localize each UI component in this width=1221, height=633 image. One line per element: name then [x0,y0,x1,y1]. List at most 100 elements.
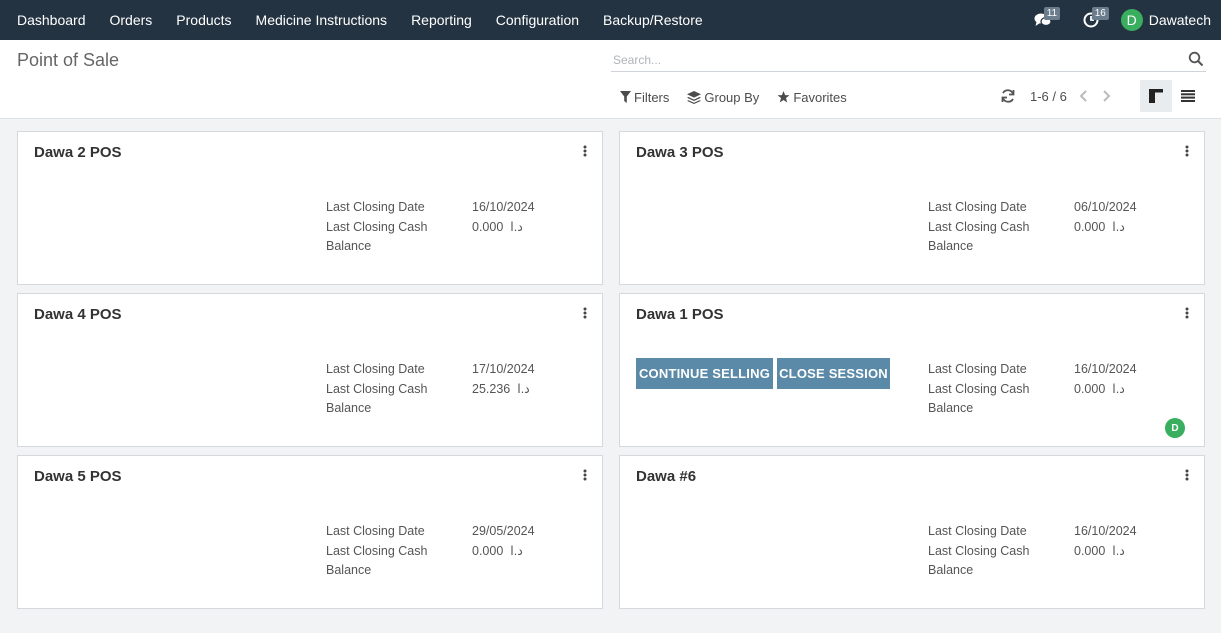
currency-symbol: د.ا [510,543,523,558]
pos-info: Last Closing Date 17/10/2024 Last Closing… [326,360,535,419]
favorites-label: Favorites [793,89,847,105]
user-name: Dawatech [1148,12,1211,28]
last-closing-cash-value: 0.000 [1074,381,1106,396]
close-session-button[interactable]: CLOSE SESSION [777,358,890,389]
filter-icon [620,91,631,103]
kebab-menu-icon[interactable] [580,306,590,322]
search-input[interactable] [611,52,1171,67]
session-user-avatar: D [1165,418,1185,438]
last-closing-cash-label: Last Closing Cash [326,381,428,396]
last-closing-date-label: Last Closing Date [928,200,1027,214]
pos-name: Dawa 3 POS [636,144,724,161]
refresh-icon[interactable] [1000,88,1016,104]
last-closing-cash-value: 25.236 [472,381,511,396]
pos-name: Dawa 2 POS [34,144,122,161]
last-closing-cash-value: 0.000 [1074,543,1106,558]
continue-selling-button[interactable]: CONTINUE SELLING [636,358,773,389]
favorites-button[interactable]: Favorites [777,89,847,105]
menu-configuration[interactable]: Configuration [484,0,591,40]
messages-button[interactable]: 11 [1019,0,1067,40]
main-menu: Dashboard Orders Products Medicine Instr… [0,0,715,40]
last-closing-date-label: Last Closing Date [928,362,1027,376]
menu-medicine-instructions[interactable]: Medicine Instructions [244,0,400,40]
kanban-view-button[interactable] [1140,80,1172,112]
kebab-menu-icon[interactable] [1182,306,1192,322]
pager: 1-6 / 6 [1000,86,1121,106]
page-title: Point of Sale [17,50,120,70]
menu-orders[interactable]: Orders [98,0,165,40]
balance-label: Balance [326,239,372,253]
view-switcher [1140,80,1204,112]
last-closing-cash-label: Last Closing Cash [326,543,428,558]
last-closing-date-label: Last Closing Date [326,200,425,214]
last-closing-date-label: Last Closing Date [928,524,1027,538]
menu-backup-restore[interactable]: Backup/Restore [591,0,715,40]
last-closing-date-value: 06/10/2024 [1074,200,1137,214]
groupby-button[interactable]: Group By [687,90,759,105]
kebab-menu-icon[interactable] [580,468,590,484]
pos-info: Last Closing Date 06/10/2024 Last Closing… [928,198,1137,257]
currency-symbol: د.ا [517,381,530,396]
currency-symbol: د.ا [1112,543,1125,558]
kebab-menu-icon[interactable] [1182,144,1192,160]
chevron-right-icon[interactable] [1099,88,1113,104]
filter-bar: Filters Group By Favorites [620,88,865,106]
list-icon [1181,90,1195,102]
activities-badge: 16 [1091,7,1109,20]
filters-button[interactable]: Filters [620,90,669,105]
pos-info: Last Closing Date 16/10/2024 Last Closing… [326,198,535,257]
last-closing-cash-label: Last Closing Cash [928,543,1030,558]
top-navbar: Dashboard Orders Products Medicine Instr… [0,0,1221,40]
pos-card[interactable]: Dawa 2 POS Last Closing Date 16/10/2024 L… [17,131,603,285]
list-view-button[interactable] [1172,80,1204,112]
last-closing-date-value: 16/10/2024 [1074,524,1137,538]
layers-icon [687,90,702,104]
currency-symbol: د.ا [1112,381,1125,396]
kebab-menu-icon[interactable] [580,144,590,160]
balance-label: Balance [326,563,372,577]
menu-reporting[interactable]: Reporting [399,0,484,40]
pos-name: Dawa 5 POS [34,468,122,485]
menu-products[interactable]: Products [164,0,243,40]
search-icon[interactable] [1188,51,1204,67]
balance-label: Balance [928,239,974,253]
last-closing-date-value: 16/10/2024 [472,200,535,214]
last-closing-cash-label: Last Closing Cash [928,219,1030,234]
user-menu[interactable]: D Dawatech [1115,0,1221,40]
user-avatar: D [1120,9,1143,31]
pos-name: Dawa 4 POS [34,306,122,323]
star-icon [777,91,790,103]
filters-label: Filters [634,89,670,105]
pos-card[interactable]: Dawa 5 POS Last Closing Date 29/05/2024 L… [17,455,603,609]
last-closing-cash-value: 0.000 [1074,219,1106,234]
activities-button[interactable]: 16 [1067,0,1115,40]
last-closing-cash-label: Last Closing Cash [928,381,1030,396]
pos-card[interactable]: Dawa #6 Last Closing Date 16/10/2024 Last… [619,455,1205,609]
search-box [611,48,1206,72]
pos-card[interactable]: Dawa 3 POS Last Closing Date 06/10/2024 L… [619,131,1205,285]
pos-name: Dawa #6 [636,468,697,485]
last-closing-date-value: 16/10/2024 [1074,362,1137,376]
kebab-menu-icon[interactable] [1182,468,1192,484]
pager-value[interactable]: 1-6 / 6 [1030,89,1067,104]
chevron-left-icon[interactable] [1077,88,1091,104]
pos-card[interactable]: Dawa 4 POS Last Closing Date 17/10/2024 L… [17,293,603,447]
messages-badge: 11 [1043,7,1061,20]
last-closing-cash-label: Last Closing Cash [326,219,428,234]
pos-info: Last Closing Date 29/05/2024 Last Closing… [326,522,535,581]
pos-info: Last Closing Date 16/10/2024 Last Closing… [928,360,1137,419]
pos-info: Last Closing Date 16/10/2024 Last Closing… [928,522,1137,581]
last-closing-date-label: Last Closing Date [326,524,425,538]
currency-symbol: د.ا [1112,219,1125,234]
currency-symbol: د.ا [510,219,523,234]
last-closing-date-label: Last Closing Date [326,362,425,376]
last-closing-cash-value: 0.000 [472,219,504,234]
systray: 11 16 D Dawatech [1019,0,1221,40]
menu-dashboard[interactable]: Dashboard [5,0,98,40]
last-closing-date-value: 17/10/2024 [472,362,535,376]
balance-label: Balance [928,401,974,415]
balance-label: Balance [326,401,372,415]
kanban-icon [1149,89,1163,103]
groupby-label: Group By [704,89,760,105]
last-closing-cash-value: 0.000 [472,543,504,558]
